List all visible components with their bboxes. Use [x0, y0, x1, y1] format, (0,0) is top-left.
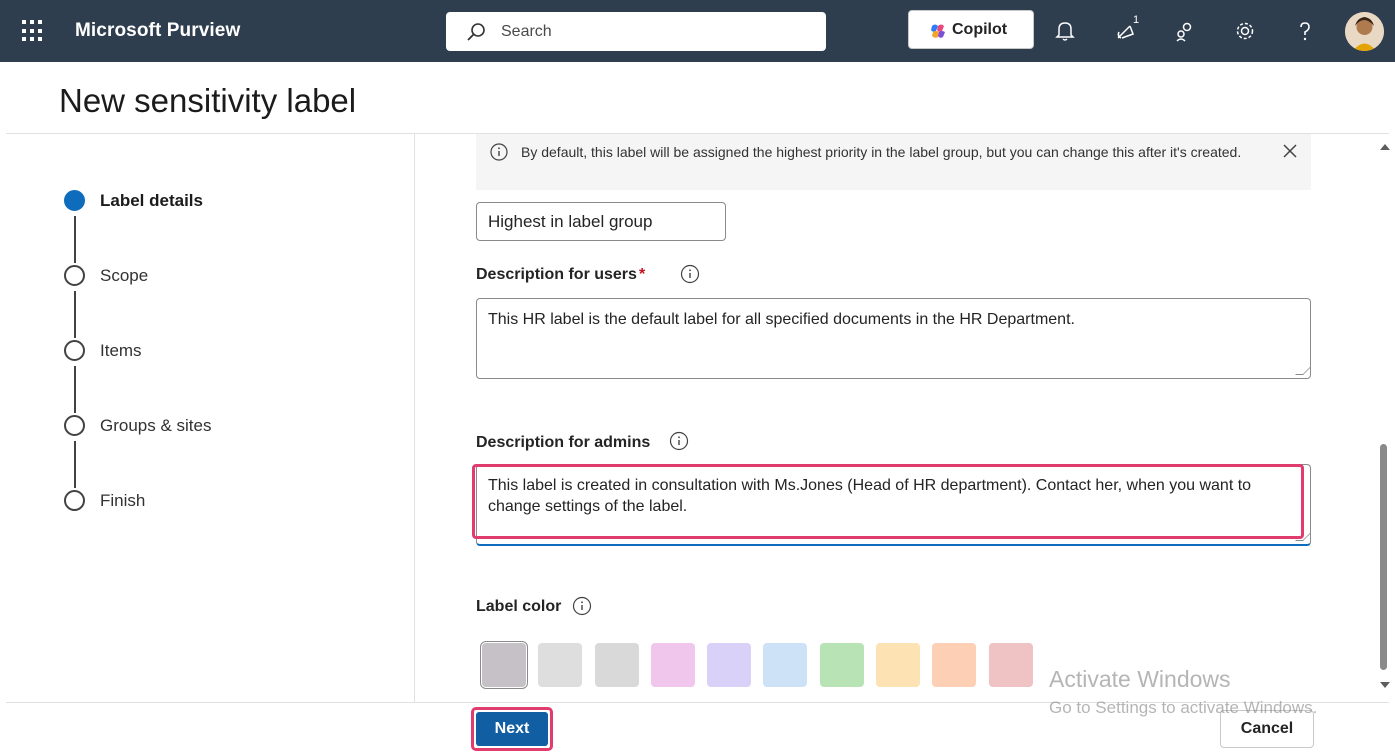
top-bar: Microsoft Purview Search Copilot 1	[0, 0, 1395, 62]
step-label: Items	[100, 341, 142, 360]
scroll-up-arrow-icon[interactable]	[1380, 144, 1390, 150]
page-title: New sensitivity label	[59, 82, 357, 119]
search-icon	[467, 23, 485, 41]
step-active-indicator	[64, 190, 85, 211]
step-connector	[74, 216, 76, 263]
required-indicator: *	[638, 266, 646, 283]
scroll-down-arrow-icon[interactable]	[1380, 682, 1390, 688]
resize-handle[interactable]	[1295, 367, 1311, 375]
search-box[interactable]: Search	[446, 12, 826, 51]
priority-dropdown[interactable]: Highest in label group	[476, 202, 726, 241]
step-connector	[74, 366, 76, 413]
user-avatar[interactable]	[1345, 12, 1384, 51]
color-swatches	[480, 641, 1045, 689]
gear-icon[interactable]	[1232, 18, 1258, 44]
desc-users-value: This HR label is the default label for a…	[488, 311, 1075, 328]
desc-users-label: Description for users *	[476, 266, 645, 284]
copilot-button[interactable]: Copilot	[908, 10, 1034, 49]
step-connector	[74, 441, 76, 488]
close-icon[interactable]	[1282, 143, 1298, 159]
activate-windows-hint: Go to Settings to activate Windows.	[1049, 698, 1318, 717]
scroll-thumb[interactable]	[1380, 444, 1387, 670]
bell-icon[interactable]	[1052, 18, 1078, 44]
step-label: Groups & sites	[100, 416, 212, 435]
color-swatch[interactable]	[480, 641, 528, 689]
copilot-label: Copilot	[952, 21, 1008, 38]
step-label: Scope	[100, 266, 149, 285]
notification-badge: 1	[1128, 12, 1144, 28]
label-details-form: By default, this label will be assigned …	[416, 134, 1379, 702]
people-connect-icon[interactable]	[1172, 18, 1198, 44]
wizard-steps: Label details Scope Items Groups & sites…	[0, 134, 415, 702]
step-indicator	[64, 340, 85, 361]
info-message-text: By default, this label will be assigned …	[521, 144, 1242, 160]
info-icon[interactable]	[680, 264, 700, 284]
activate-windows-watermark: Activate Windows	[1049, 666, 1231, 692]
info-icon	[490, 143, 508, 161]
next-button[interactable]: Next	[471, 707, 553, 751]
info-icon[interactable]	[572, 596, 592, 616]
step-indicator	[64, 415, 85, 436]
search-placeholder: Search	[501, 23, 552, 40]
color-swatch[interactable]	[988, 643, 1033, 687]
desc-users-label-text: Description for users	[476, 266, 637, 283]
help-icon[interactable]	[1292, 18, 1318, 44]
step-label: Finish	[100, 491, 146, 510]
next-button-label: Next	[476, 712, 548, 746]
app-launcher-icon[interactable]	[22, 20, 44, 42]
label-color-label: Label color	[476, 598, 562, 615]
step-indicator	[64, 490, 85, 511]
copilot-icon	[931, 24, 945, 38]
desc-users-textarea[interactable]: This HR label is the default label for a…	[476, 298, 1311, 379]
info-icon[interactable]	[669, 431, 689, 451]
color-swatch[interactable]	[876, 643, 921, 687]
color-swatch[interactable]	[594, 643, 639, 687]
step-indicator	[64, 265, 85, 286]
app-name[interactable]: Microsoft Purview	[75, 20, 240, 42]
color-swatch[interactable]	[763, 643, 808, 687]
color-swatch[interactable]	[707, 643, 752, 687]
step-label: Label details	[100, 191, 203, 210]
step-connector	[74, 291, 76, 338]
color-swatch[interactable]	[819, 643, 864, 687]
focus-highlight	[472, 464, 1304, 539]
info-message-bar: By default, this label will be assigned …	[476, 134, 1311, 190]
color-swatch[interactable]	[932, 643, 977, 687]
priority-value: Highest in label group	[488, 212, 653, 231]
color-swatch[interactable]	[650, 643, 695, 687]
desc-admins-label: Description for admins	[476, 434, 651, 451]
scrollbar[interactable]	[1378, 134, 1392, 702]
color-swatch[interactable]	[538, 643, 583, 687]
